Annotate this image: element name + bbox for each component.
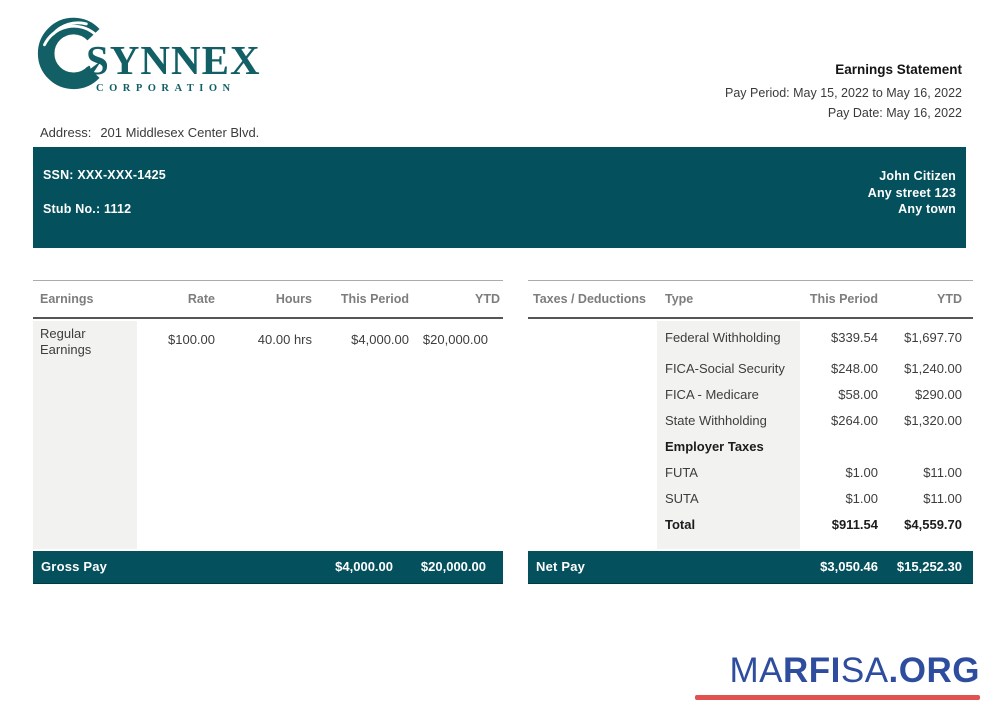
- column-header: Earnings: [33, 292, 137, 306]
- table-row: Regular Earnings $100.00 40.00 hrs $4,00…: [33, 319, 503, 359]
- deduction-type: FICA-Social Security: [657, 361, 800, 376]
- column-header: Type: [657, 292, 800, 306]
- company-name: SYNNEX: [86, 36, 261, 84]
- deduction-ytd: $1,697.70: [890, 330, 973, 345]
- gross-pay-label: Gross Pay: [41, 559, 107, 574]
- marfisa-wordmark: MARFISA.ORG: [695, 650, 980, 692]
- employee-name: John Citizen: [868, 168, 956, 185]
- earnings-rows: Regular Earnings $100.00 40.00 hrs $4,00…: [33, 319, 503, 359]
- deduction-this-period: $264.00: [800, 413, 890, 428]
- deduction-this-period: $911.54: [800, 517, 890, 532]
- deduction-ytd: $1,320.00: [890, 413, 973, 428]
- net-pay-this-period: $3,050.46: [820, 559, 878, 574]
- pay-date-value: May 16, 2022: [886, 106, 962, 120]
- pay-date-label: Pay Date:: [828, 106, 883, 120]
- pay-date-line: Pay Date: May 16, 2022: [725, 103, 962, 123]
- column-header: YTD: [409, 292, 503, 306]
- employee-town: Any town: [868, 201, 956, 218]
- column-header: Rate: [137, 292, 215, 306]
- gross-pay-this-period: $4,000.00: [335, 559, 393, 574]
- deduction-type: State Withholding: [657, 413, 800, 428]
- table-row: FICA-Social Security $248.00 $1,240.00: [528, 355, 973, 381]
- deduction-this-period: $1.00: [800, 491, 890, 506]
- address-label: Address:: [40, 125, 91, 140]
- deduction-type: FICA - Medicare: [657, 387, 800, 402]
- deductions-table-header: Taxes / Deductions Type This Period YTD: [528, 281, 973, 319]
- deduction-ytd: $290.00: [890, 387, 973, 402]
- page-title: Earnings Statement: [725, 62, 962, 77]
- gross-pay-ytd: $20,000.00: [421, 559, 486, 574]
- employee-street: Any street 123: [868, 185, 956, 202]
- column-header: YTD: [890, 292, 973, 306]
- deduction-type: FUTA: [657, 465, 800, 480]
- pay-period-value: May 15, 2022 to May 16, 2022: [793, 86, 962, 100]
- deduction-this-period: $58.00: [800, 387, 890, 402]
- deduction-type: Federal Withholding: [657, 330, 800, 345]
- net-pay-label: Net Pay: [536, 559, 585, 574]
- gross-pay-bar: Gross Pay $4,000.00 $20,000.00: [33, 551, 503, 584]
- table-row: FICA - Medicare $58.00 $290.00: [528, 381, 973, 407]
- earnings-table-header: Earnings Rate Hours This Period YTD: [33, 281, 503, 319]
- deduction-ytd: $11.00: [890, 491, 973, 506]
- table-row: SUTA $1.00 $11.00: [528, 485, 973, 511]
- employee-banner: SSN: XXX-XXX-1425 Stub No.: 1112 John Ci…: [33, 147, 966, 248]
- ssn-text: SSN: XXX-XXX-1425: [43, 168, 166, 182]
- column-header: This Period: [800, 292, 890, 306]
- deduction-this-period: $248.00: [800, 361, 890, 376]
- deduction-type: Employer Taxes: [657, 439, 800, 454]
- earning-name: Regular Earnings: [33, 319, 137, 358]
- watermark-underline: [695, 695, 980, 700]
- earning-this-period: $4,000.00: [312, 332, 409, 347]
- table-row: Federal Withholding $339.54 $1,697.70: [528, 319, 973, 355]
- deduction-ytd: $1,240.00: [890, 361, 973, 376]
- table-row-total: Total $911.54 $4,559.70: [528, 511, 973, 537]
- banner-left: SSN: XXX-XXX-1425 Stub No.: 1112: [43, 168, 166, 216]
- column-header: Hours: [215, 292, 312, 306]
- earning-rate: $100.00: [137, 332, 215, 347]
- deduction-ytd: $4,559.70: [890, 517, 973, 532]
- stub-number-text: Stub No.: 1112: [43, 202, 166, 216]
- net-pay-ytd: $15,252.30: [897, 559, 962, 574]
- deductions-table: Taxes / Deductions Type This Period YTD …: [528, 280, 973, 537]
- company-subtitle: CORPORATION: [96, 83, 236, 94]
- column-header: This Period: [312, 292, 409, 306]
- earning-ytd: $20,000.00: [409, 332, 503, 347]
- company-address: Address: 201 Middlesex Center Blvd.: [40, 125, 259, 140]
- deduction-ytd: $11.00: [890, 465, 973, 480]
- deduction-this-period: $1.00: [800, 465, 890, 480]
- deduction-this-period: $339.54: [800, 330, 890, 345]
- earnings-statement-page: SYNNEX CORPORATION Earnings Statement Pa…: [0, 0, 1000, 720]
- pay-period-line: Pay Period: May 15, 2022 to May 16, 2022: [725, 83, 962, 103]
- pay-period-label: Pay Period:: [725, 86, 790, 100]
- deductions-rows: Federal Withholding $339.54 $1,697.70 FI…: [528, 319, 973, 537]
- table-row: FUTA $1.00 $11.00: [528, 459, 973, 485]
- address-value: 201 Middlesex Center Blvd.: [100, 125, 259, 140]
- earnings-table: Earnings Rate Hours This Period YTD Regu…: [33, 280, 503, 359]
- statement-header: Earnings Statement Pay Period: May 15, 2…: [725, 62, 962, 123]
- deduction-type: Total: [657, 517, 800, 532]
- banner-right: John Citizen Any street 123 Any town: [868, 168, 956, 218]
- earning-hours: 40.00 hrs: [215, 332, 312, 347]
- column-header: Taxes / Deductions: [528, 292, 657, 306]
- net-pay-bar: Net Pay $3,050.46 $15,252.30: [528, 551, 973, 584]
- table-row-employer-taxes: Employer Taxes: [528, 433, 973, 459]
- deduction-type: SUTA: [657, 491, 800, 506]
- table-row: State Withholding $264.00 $1,320.00: [528, 407, 973, 433]
- marfisa-watermark: MARFISA.ORG: [695, 650, 980, 700]
